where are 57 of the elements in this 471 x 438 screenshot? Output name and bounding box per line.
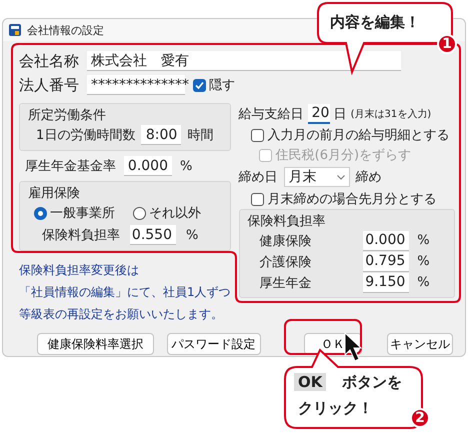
hint-text: (月末は31を入力) (350, 108, 432, 121)
dialog-button[interactable]: キャンセル (386, 333, 454, 355)
field-label: 厚生年金 (260, 274, 313, 292)
payday-field[interactable]: 20 (308, 104, 330, 124)
rate-field[interactable]: 0.000 (124, 156, 172, 176)
callout-text: ボタンを (342, 373, 402, 392)
company-name-field[interactable]: 株式会社 愛有 (87, 51, 401, 71)
checkbox[interactable] (250, 128, 264, 142)
field-label: 介護保険 (260, 254, 313, 270)
notice-text: 「社員情報の編集」にて、社員1人ずつ (19, 284, 231, 301)
chevron-down-icon (336, 174, 345, 180)
cursor-icon (344, 332, 362, 362)
rate-field[interactable]: 0.795 (363, 252, 410, 272)
notice-text: 保険料負担率変更後は (19, 262, 140, 279)
rate-field[interactable]: 9.150 (363, 272, 410, 292)
radio-button[interactable] (133, 206, 146, 220)
unit-label: 締め (356, 169, 382, 186)
rate-field[interactable]: 0.000 (363, 230, 410, 250)
rate-field[interactable]: 0.550 (130, 225, 176, 245)
group-title: 雇用保険 (28, 185, 81, 202)
key-label: OK (294, 373, 326, 391)
radio-label: それ以外 (149, 205, 201, 222)
radio-label: 一般事業所 (50, 205, 115, 222)
closing-day-select[interactable]: 月末 (284, 167, 350, 187)
unit-label: 時間 (187, 127, 214, 144)
field-label: 法人番号 (19, 76, 79, 94)
field-label: 給与支給日 (238, 106, 304, 123)
step-badge: 2 (410, 408, 430, 428)
notice-text: 等級表の再設定をお願いいたします。 (19, 306, 224, 323)
unit-label: % (180, 158, 192, 174)
unit-label: % (417, 233, 430, 248)
checkbox-label: 月末締めの場合先月分とする (268, 191, 437, 208)
unit-label: % (417, 275, 430, 290)
field-label: 1日の労働時間数 (36, 127, 136, 144)
unit-label: % (417, 254, 430, 269)
dialog-button[interactable]: 健康保険料率選択 (37, 333, 154, 355)
field-label: 健康保険 (260, 232, 313, 250)
checkbox[interactable] (193, 78, 206, 92)
field-label: 厚生年金基金率 (25, 158, 116, 175)
checkbox[interactable] (250, 192, 264, 206)
callout-text: クリック！ (298, 399, 373, 418)
dialog-button[interactable]: パスワード設定 (166, 333, 261, 355)
field-label: 会社名称 (19, 52, 79, 70)
checkbox-label: 入力月の前月の給与明細とする (268, 127, 450, 144)
unit-label: % (186, 228, 198, 242)
hours-field[interactable]: 8:00 (141, 125, 182, 145)
checkbox-label: 隠す (209, 77, 235, 94)
callout-text: 内容を編集！ (330, 13, 420, 32)
window-title: 会社情報の設定 (27, 22, 104, 38)
group-title: 保険料負担率 (248, 213, 327, 230)
checkbox-label: 住民税(6月分)をずらす (276, 147, 412, 164)
field-label: 保険料負担率 (42, 227, 120, 244)
app-icon (9, 24, 21, 36)
radio-button[interactable] (34, 206, 47, 220)
field-label: 締め日 (238, 169, 278, 186)
unit-label: 日 (334, 106, 347, 123)
group-title: 所定労働条件 (28, 107, 107, 124)
